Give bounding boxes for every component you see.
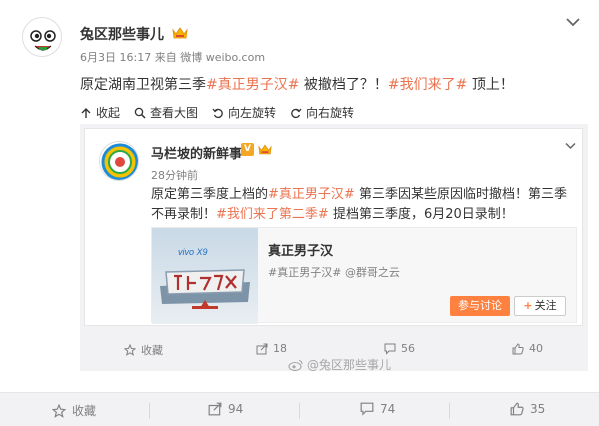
topic-cover-image[interactable]: vivo X9 bbox=[152, 228, 258, 324]
arrow-up-icon bbox=[81, 107, 91, 118]
repost-like-count: 40 bbox=[529, 342, 543, 355]
like-button[interactable]: 35 bbox=[510, 402, 545, 416]
view-large-button[interactable]: 查看大图 bbox=[134, 104, 198, 121]
thumbs-up-icon bbox=[512, 342, 524, 354]
topic-card-subtitle: #真正男子汉# @群哥之云 bbox=[268, 264, 400, 280]
vip-crown-icon[interactable] bbox=[258, 143, 272, 156]
topic-link[interactable]: #真正男子汉# bbox=[268, 187, 355, 202]
thumbs-up-icon bbox=[510, 402, 524, 416]
post-text-segment: 原定湖南卫视第三季 bbox=[80, 77, 206, 93]
post-date[interactable]: 6月3日 16:17 bbox=[80, 51, 151, 64]
repost-comment-button[interactable]: 56 bbox=[384, 342, 415, 355]
weibo-logo-icon bbox=[288, 359, 303, 371]
topic-link[interactable]: #我们来了第二季# bbox=[216, 207, 329, 222]
comment-count: 74 bbox=[380, 402, 396, 416]
action-divider bbox=[299, 403, 300, 419]
comment-button[interactable]: 74 bbox=[360, 402, 395, 416]
reposted-card: 马栏坡的新鲜事 V 28分钟前 原定第三季度上档的#真正男子汉# 第三季因某些原… bbox=[84, 128, 583, 326]
topic-card-subtitle-user: @群哥之云 bbox=[344, 266, 400, 279]
rabbit-avatar-icon bbox=[23, 18, 61, 56]
weibo-post-card: 兔区那些事儿 6月3日 16:17 来自 微博 weibo.com 原定湖南卫视… bbox=[0, 0, 599, 426]
topic-card-title[interactable]: 真正男子汉 bbox=[268, 240, 333, 259]
action-divider bbox=[149, 403, 150, 419]
topic-card-subtitle-topic: #真正男子汉# bbox=[268, 266, 342, 279]
join-discussion-button[interactable]: 参与讨论 bbox=[450, 296, 510, 316]
repost-time[interactable]: 28分钟前 bbox=[151, 167, 198, 183]
repost-container: 马栏坡的新鲜事 V 28分钟前 原定第三季度上档的#真正男子汉# 第三季因某些原… bbox=[80, 124, 588, 371]
verified-badge: V bbox=[241, 143, 254, 156]
comment-icon bbox=[360, 402, 374, 416]
star-icon bbox=[124, 344, 136, 356]
repost-share-count: 18 bbox=[273, 342, 287, 355]
main-action-bar: 收藏 94 74 35 bbox=[0, 392, 599, 426]
chevron-down-icon[interactable] bbox=[565, 142, 576, 150]
repost-comment-count: 56 bbox=[401, 342, 415, 355]
post-source[interactable]: 微博 weibo.com bbox=[180, 51, 265, 64]
rotate-right-label: 向右旋转 bbox=[306, 106, 355, 120]
author-name[interactable]: 兔区那些事儿 bbox=[80, 24, 164, 44]
topic-link-card[interactable]: vivo X9 真正男子汉 #真正男子汉# @群哥之云 参与讨论 + 关注 bbox=[151, 227, 577, 324]
topic-link[interactable]: #我们来了# bbox=[388, 77, 467, 93]
repost-like-button[interactable]: 40 bbox=[512, 342, 543, 355]
follow-label: 关注 bbox=[534, 299, 557, 312]
rotate-left-label: 向左旋转 bbox=[228, 106, 277, 120]
repost-share-button[interactable]: 18 bbox=[256, 342, 287, 355]
share-count: 94 bbox=[228, 402, 244, 416]
brand-logo-icon bbox=[100, 142, 138, 180]
comment-icon bbox=[384, 343, 396, 355]
rotate-right-icon bbox=[291, 108, 302, 118]
view-large-label: 查看大图 bbox=[150, 106, 199, 120]
share-icon bbox=[256, 343, 268, 354]
chevron-down-icon[interactable] bbox=[566, 17, 580, 27]
repost-text-segment: 原定第三季度上档的 bbox=[151, 187, 269, 202]
post-text: 原定湖南卫视第三季#真正男子汉# 被撤档了？！#我们来了# 顶上！ bbox=[80, 74, 514, 94]
watermark-text: @兔区那些事儿 bbox=[307, 358, 392, 372]
via-prefix: 来自 bbox=[154, 51, 177, 64]
poster-brand-text: vivo X9 bbox=[178, 247, 208, 257]
author-avatar[interactable] bbox=[22, 17, 62, 57]
repost-favorite-button[interactable]: 收藏 bbox=[124, 342, 163, 358]
star-icon bbox=[52, 403, 66, 418]
rotate-right-button[interactable]: 向右旋转 bbox=[290, 104, 354, 121]
repost-text: 原定第三季度上档的#真正男子汉# 第三季因某些原因临时撤档！第三季不再录制！#我… bbox=[151, 185, 571, 225]
like-count: 35 bbox=[530, 402, 546, 416]
post-meta: 6月3日 16:17 来自 微博 weibo.com bbox=[80, 49, 265, 65]
rotate-left-icon bbox=[212, 108, 223, 118]
follow-button[interactable]: + 关注 bbox=[514, 296, 566, 316]
share-button[interactable]: 94 bbox=[208, 402, 243, 416]
repost-text-segment: 提档第三季度，6月20日录制！ bbox=[328, 207, 514, 222]
watermark: @兔区那些事儿 bbox=[288, 356, 391, 373]
vip-crown-icon[interactable] bbox=[172, 26, 188, 40]
post-text-segment: 顶上！ bbox=[467, 77, 514, 93]
magnifier-icon bbox=[134, 107, 146, 119]
topic-link[interactable]: #真正男子汉# bbox=[206, 77, 299, 93]
collapse-button[interactable]: 收起 bbox=[80, 104, 120, 121]
share-icon bbox=[208, 402, 222, 416]
action-divider bbox=[449, 403, 450, 419]
rotate-left-button[interactable]: 向左旋转 bbox=[212, 104, 276, 121]
post-text-segment: 被撤档了？！ bbox=[299, 77, 388, 93]
repost-author-name[interactable]: 马栏坡的新鲜事 bbox=[151, 143, 242, 162]
repost-favorite-label: 收藏 bbox=[141, 344, 163, 357]
show-poster-icon: vivo X9 bbox=[152, 228, 258, 324]
favorite-label: 收藏 bbox=[72, 404, 97, 418]
image-toolbar: 收起 查看大图 向左旋转 向右旋转 bbox=[80, 104, 368, 121]
repost-author-avatar[interactable] bbox=[99, 141, 139, 181]
favorite-button[interactable]: 收藏 bbox=[52, 402, 96, 419]
plus-icon: + bbox=[523, 299, 533, 312]
collapse-label: 收起 bbox=[96, 106, 121, 120]
